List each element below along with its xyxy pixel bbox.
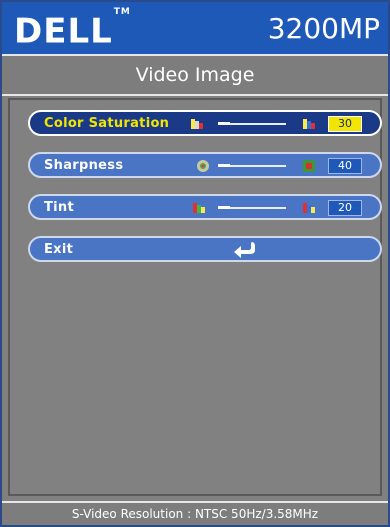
menu-item-color-saturation[interactable]: Color Saturation 30 xyxy=(28,110,382,136)
color-saturation-value: 30 xyxy=(328,116,362,132)
menu-panel: Color Saturation 30 Sharpness 40 Tint 20… xyxy=(8,98,382,496)
slider-knob[interactable] xyxy=(218,164,230,167)
color-saturation-low-icon xyxy=(191,119,203,129)
tint-high-icon xyxy=(303,203,315,213)
input-resolution-text: S-Video Resolution : NTSC 50Hz/3.58MHz xyxy=(71,507,319,521)
return-arrow-icon xyxy=(234,242,255,258)
dell-logo: DELLTM xyxy=(14,7,131,52)
color-saturation-high-icon xyxy=(303,119,315,129)
menu-title: Video Image xyxy=(135,64,255,86)
menu-item-label: Sharpness xyxy=(44,158,124,173)
menu-item-label: Tint xyxy=(44,200,74,215)
status-footer: S-Video Resolution : NTSC 50Hz/3.58MHz xyxy=(2,501,388,525)
model-name: 3200MP xyxy=(267,12,380,45)
logo-trademark: TM xyxy=(113,7,131,17)
tint-slider[interactable] xyxy=(230,207,286,209)
menu-item-exit[interactable]: Exit xyxy=(28,236,382,262)
slider-knob[interactable] xyxy=(218,122,230,125)
slider-knob[interactable] xyxy=(218,206,230,209)
sharpness-value: 40 xyxy=(328,158,362,174)
menu-item-tint[interactable]: Tint 20 xyxy=(28,194,382,220)
tint-value: 20 xyxy=(328,200,362,216)
menu-item-label: Exit xyxy=(44,242,74,257)
tint-low-icon xyxy=(193,203,205,213)
menu-title-bar: Video Image xyxy=(2,54,388,96)
sharpness-low-icon xyxy=(197,160,209,172)
logo-text: DELL xyxy=(14,11,113,52)
sharpness-high-icon xyxy=(303,160,315,172)
menu-item-label: Color Saturation xyxy=(44,116,170,131)
osd-window: DELLTM 3200MP Video Image Color Saturati… xyxy=(0,0,390,527)
color-saturation-slider[interactable] xyxy=(230,123,286,125)
brand-header: DELLTM 3200MP xyxy=(2,2,388,54)
menu-item-sharpness[interactable]: Sharpness 40 xyxy=(28,152,382,178)
sharpness-slider[interactable] xyxy=(230,165,286,167)
